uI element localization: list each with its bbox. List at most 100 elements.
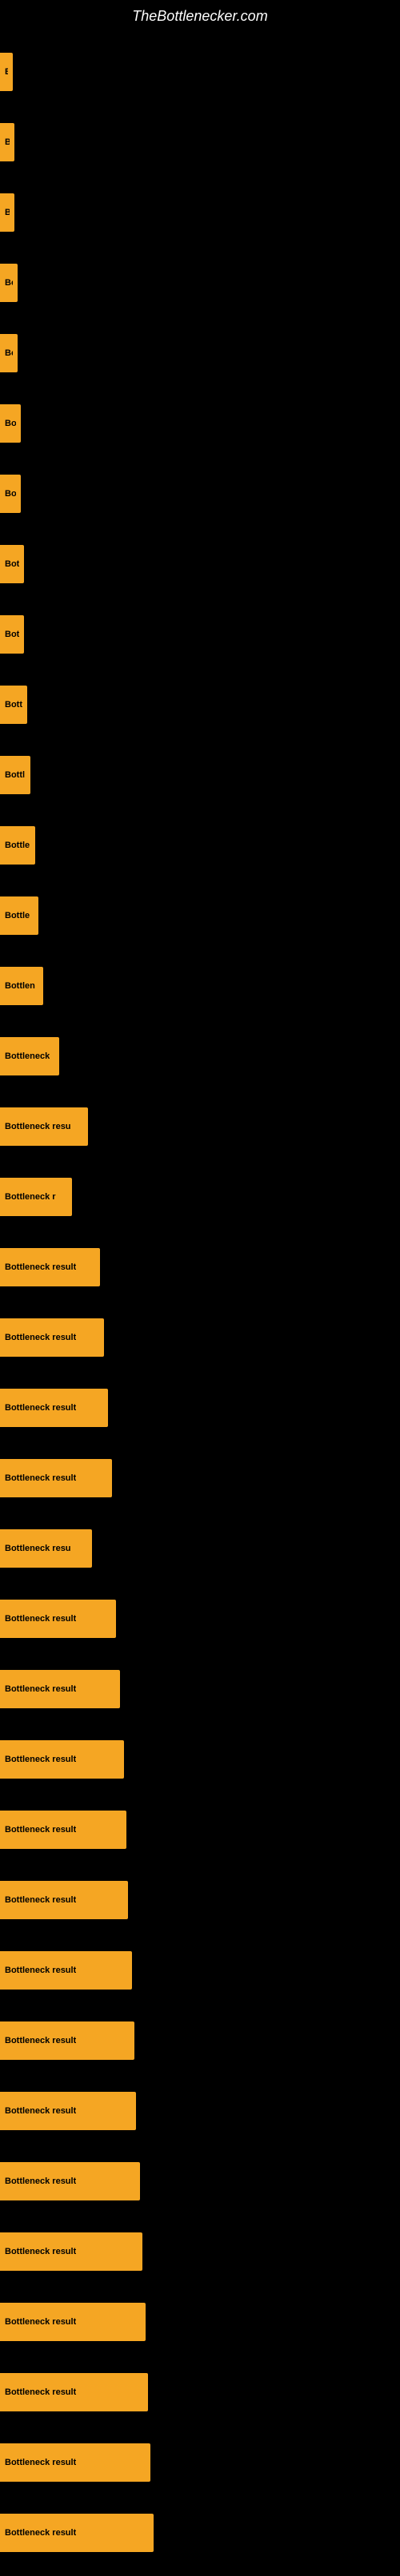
bar-item: Bottle (0, 896, 38, 935)
bar-label: Bottleneck result (5, 1473, 76, 1483)
bar-label: Bottle (5, 911, 30, 920)
bar-item: B (0, 53, 13, 91)
bar-label: Bottleneck result (5, 2528, 76, 2538)
bar-row: Bottleneck (0, 1021, 400, 1091)
bar-item: Bot (0, 264, 18, 302)
bar-row: Bottleneck result (0, 2427, 400, 2498)
bar-label: Bottleneck result (5, 1333, 76, 1342)
bar-item: Bottleneck result (0, 2092, 136, 2130)
bar-item: Bottleneck result (0, 2514, 154, 2552)
bar-row: Bottleneck result (0, 2287, 400, 2357)
bar-label: Bott (5, 700, 22, 710)
bar-item: Bottleneck result (0, 1389, 108, 1427)
bar-row: Bottleneck resu (0, 1513, 400, 1584)
bar-row: Bottleneck result (0, 1443, 400, 1513)
bar-label: Bottleneck result (5, 2036, 76, 2045)
bar-row: Bottle (0, 810, 400, 881)
bar-label: Bottl (5, 770, 25, 780)
bar-row: Bott (0, 459, 400, 529)
bar-label: Bott (5, 419, 16, 428)
bar-item: Bottleneck result (0, 2232, 142, 2271)
bar-row: Bottleneck result (0, 2498, 400, 2568)
bar-row: Bottleneck result (0, 2216, 400, 2287)
bar-row: Bottleneck result (0, 1302, 400, 1373)
bar-item: Bottlen (0, 967, 43, 1005)
bar-item: Bo (0, 123, 14, 161)
bar-item: Bottleneck (0, 1037, 59, 1075)
bar-item: Bottleneck resu (0, 1107, 88, 1146)
bar-item: Bottleneck result (0, 1740, 124, 1779)
bar-label: Bottleneck result (5, 2247, 76, 2256)
bar-item: Bottleneck result (0, 1459, 112, 1497)
bar-label: Bottleneck result (5, 2176, 76, 2186)
bar-item: Bott (0, 686, 27, 724)
bar-row: Bot (0, 248, 400, 318)
bar-label: Bottleneck resu (5, 1122, 71, 1131)
bar-label: Bottleneck result (5, 1684, 76, 1694)
bar-item: Bottleneck result (0, 1670, 120, 1708)
bar-label: Bottle (5, 841, 30, 850)
bar-label: Bottleneck result (5, 1403, 76, 1413)
bar-row: Bottleneck result (0, 1584, 400, 1654)
bar-label: Bottleneck result (5, 1755, 76, 1764)
bar-label: Bottleneck result (5, 2458, 76, 2467)
bar-item: Bottleneck result (0, 2162, 140, 2200)
bar-item: Bottleneck result (0, 1600, 116, 1638)
bar-label: Bottleneck result (5, 2106, 76, 2116)
bar-label: Bottleneck result (5, 1614, 76, 1624)
bar-row: Bottleneck result (0, 1795, 400, 1865)
bar-row: Bottleneck result (0, 2146, 400, 2216)
bar-row: Bottleneck r (0, 1162, 400, 1232)
bar-label: Bott (5, 559, 19, 569)
bar-label: Bottleneck result (5, 1262, 76, 1272)
bar-row: Bott (0, 388, 400, 459)
bar-label: Bott (5, 630, 19, 639)
bar-item: Bo (0, 193, 14, 232)
bar-row: Bottleneck result (0, 1373, 400, 1443)
bar-row: Bot (0, 318, 400, 388)
bar-row: Bottleneck result (0, 2076, 400, 2146)
bar-label: Bottleneck result (5, 2317, 76, 2327)
bar-row: Bottleneck result (0, 1654, 400, 1724)
bar-row: Bottle (0, 881, 400, 951)
bar-row: Bott (0, 599, 400, 670)
bar-item: Bottleneck result (0, 1318, 104, 1357)
bar-row: B (0, 37, 400, 107)
bar-row: Bottleneck result (0, 1865, 400, 1935)
bar-item: Bottleneck resu (0, 1529, 92, 1568)
site-title-container: TheBottlenecker.com (0, 0, 400, 29)
bar-label: Bot (5, 278, 13, 288)
bar-row: Bottleneck result (0, 2357, 400, 2427)
bar-item: Bottleneck result (0, 1248, 100, 1286)
bar-label: Bottleneck result (5, 1966, 76, 1975)
bar-label: Bottleneck r (5, 1192, 56, 1202)
bar-item: Bottleneck result (0, 2021, 134, 2060)
bar-item: Bott (0, 545, 24, 583)
bar-row: Bottleneck resu (0, 1091, 400, 1162)
bar-row: Bottl (0, 740, 400, 810)
bar-label: Bottlen (5, 981, 35, 991)
bar-row: Bottleneck result (0, 1935, 400, 2006)
bar-label: Bottleneck (5, 1051, 50, 1061)
bar-item: Bott (0, 475, 21, 513)
bar-row: Bott (0, 670, 400, 740)
bar-row: Bo (0, 107, 400, 177)
bar-row: Bottleneck result (0, 1232, 400, 1302)
bar-item: Bottleneck result (0, 1951, 132, 1990)
bar-row: Bottlen (0, 951, 400, 1021)
bar-label: Bottleneck result (5, 1895, 76, 1905)
bar-label: Bot (5, 348, 13, 358)
bar-item: Bottleneck r (0, 1178, 72, 1216)
site-title: TheBottlenecker.com (0, 0, 400, 29)
bar-item: Bott (0, 404, 21, 443)
bar-item: Bott (0, 615, 24, 654)
bar-item: Bottleneck result (0, 2443, 150, 2482)
bar-item: Bottleneck result (0, 1881, 128, 1919)
bar-item: Bottl (0, 756, 30, 794)
bar-label: Bottleneck resu (5, 1544, 71, 1553)
bar-label: B (5, 67, 8, 77)
bar-item: Bottleneck result (0, 1811, 126, 1849)
bar-item: Bottleneck result (0, 2303, 146, 2341)
bar-label: Bo (5, 137, 10, 147)
bar-row: Bottleneck result (0, 1724, 400, 1795)
